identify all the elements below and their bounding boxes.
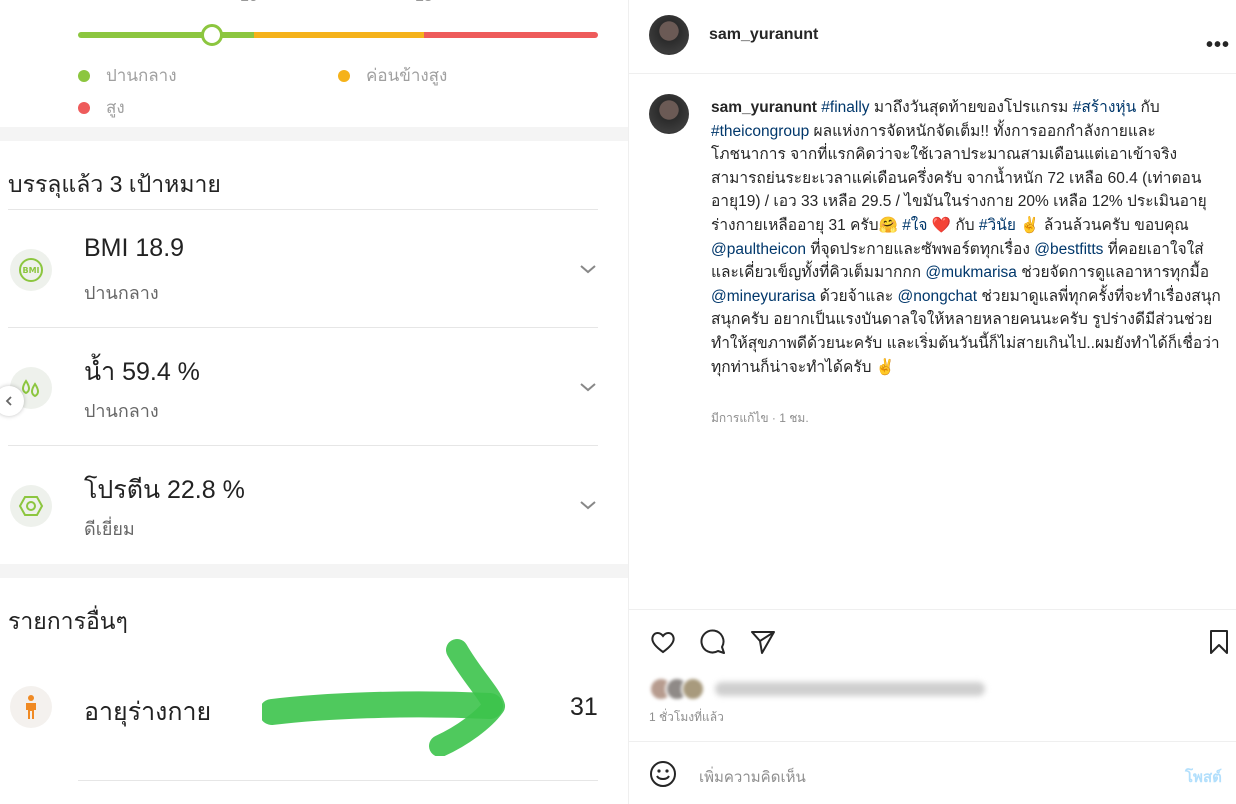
- bookmark-icon[interactable]: [1205, 628, 1233, 656]
- divider: [629, 609, 1236, 610]
- post-image: 10 15 ปานกลาง ค่อนข้างสูง สูง บรรลุแล้ว …: [0, 0, 628, 804]
- range-seg-normal: [78, 32, 254, 38]
- share-icon[interactable]: [749, 628, 777, 656]
- edited-meta: มีการแก้ไข · 1 ชม.: [711, 411, 809, 425]
- metric-title: น้ำ 59.4 %: [84, 358, 200, 386]
- liked-by-text-blurred: [715, 682, 985, 696]
- caption-link[interactable]: @nongchat: [898, 288, 978, 305]
- protein-icon: [10, 485, 52, 527]
- post-comment-button[interactable]: โพสต์: [1185, 765, 1222, 789]
- body-age-label: อายุร่างกาย: [84, 698, 212, 726]
- caption-text: ที่จุดประกายและซัพพอร์ตทุกเรื่อง: [806, 240, 1035, 258]
- caption-avatar[interactable]: [649, 94, 689, 134]
- legend-item: ปานกลาง: [78, 62, 177, 89]
- range-seg-high: [424, 32, 598, 38]
- caption-link[interactable]: #finally: [821, 99, 869, 116]
- caption-username[interactable]: sam_yuranunt: [711, 99, 817, 116]
- chevron-left-icon: [5, 396, 12, 406]
- caption-link[interactable]: #theicongroup: [711, 123, 809, 140]
- bmi-icon: BMI: [10, 249, 52, 291]
- caption-link[interactable]: #สร้างหุ่น: [1073, 99, 1137, 116]
- caption-text: ❤️ กับ: [927, 216, 979, 234]
- legend-label: ปานกลาง: [106, 66, 177, 85]
- caption-link[interactable]: #วินัย: [979, 217, 1016, 234]
- divider: [8, 209, 598, 210]
- post-caption: sam_yuranunt #finally มาถึงวันสุดท้ายของ…: [711, 96, 1221, 379]
- range-bar: [78, 24, 598, 46]
- caption-link[interactable]: #ใจ: [902, 217, 927, 234]
- liked-by-blurred: [649, 677, 985, 701]
- carousel-prev-button[interactable]: [0, 386, 24, 416]
- scale-tick: 10: [240, 0, 258, 6]
- metric-status: ปานกลาง: [84, 401, 159, 421]
- scale-ticks: 10 15: [0, 0, 628, 8]
- legend-item: สูง: [78, 94, 125, 121]
- legend-label: สูง: [106, 98, 125, 117]
- avatar[interactable]: [649, 15, 689, 55]
- svg-text:BMI: BMI: [22, 266, 39, 275]
- metric-title: BMI 18.9: [84, 234, 185, 262]
- legend-dot: [78, 101, 90, 114]
- section-divider: [0, 564, 628, 578]
- metric-status: ดีเยี่ยม: [84, 519, 135, 539]
- legend-dot: [338, 69, 350, 82]
- person-icon: [10, 686, 52, 728]
- like-heart-icon[interactable]: [649, 628, 677, 656]
- emoji-icon[interactable]: [649, 760, 677, 788]
- divider: [8, 445, 598, 446]
- caption-link[interactable]: @mineyurarisa: [711, 288, 815, 305]
- divider: [629, 73, 1236, 74]
- post-username[interactable]: sam_yuranunt: [709, 26, 818, 44]
- liker-avatar: [681, 677, 705, 701]
- caption-text: ด้วยจ้าและ: [815, 287, 898, 305]
- body-age-value: 31: [570, 693, 598, 721]
- chevron-down-icon: [580, 501, 596, 510]
- post-timestamp: 1 ชั่วโมงที่แล้ว: [649, 710, 724, 724]
- comment-input[interactable]: เพิ่มความคิดเห็น: [699, 765, 806, 789]
- caption-link[interactable]: @paultheicon: [711, 241, 806, 258]
- post-sidebar: sam_yuranunt ••• sam_yuranunt #finally ม…: [628, 0, 1236, 804]
- goals-title: บรรลุแล้ว 3 เป้าหมาย: [8, 171, 221, 197]
- caption-link[interactable]: @mukmarisa: [925, 264, 1017, 281]
- green-arrow-annotation: [262, 639, 505, 756]
- range-seg-moderate: [254, 32, 424, 38]
- metric-status: ปานกลาง: [84, 283, 159, 303]
- divider: [8, 327, 598, 328]
- legend-dot: [78, 69, 90, 82]
- caption-link[interactable]: @bestfitts: [1034, 241, 1103, 258]
- legend-item: ค่อนข้างสูง: [338, 62, 447, 89]
- divider: [629, 741, 1236, 742]
- divider: [78, 780, 598, 781]
- comment-icon[interactable]: [699, 628, 727, 656]
- caption-text: ✌️ ล้วนล้วนครับ ขอบคุณ: [1015, 216, 1189, 234]
- section-divider: [0, 127, 628, 141]
- caption-text: กับ: [1136, 99, 1160, 116]
- caption-text: มาถึงวันสุดท้ายของโปรแกรม: [869, 99, 1073, 116]
- legend-label: ค่อนข้างสูง: [366, 66, 448, 85]
- caption-text: ช่วยจัดการดูแลอาหารทุกมื้อ: [1016, 264, 1210, 282]
- chevron-down-icon: [580, 265, 596, 274]
- metric-title: โปรตีน 22.8 %: [84, 476, 245, 504]
- other-title: รายการอื่นๆ: [8, 608, 128, 634]
- scale-tick: 15: [415, 0, 433, 6]
- more-options-icon[interactable]: •••: [1206, 34, 1230, 57]
- chevron-down-icon: [580, 383, 596, 392]
- range-knob: [201, 24, 223, 46]
